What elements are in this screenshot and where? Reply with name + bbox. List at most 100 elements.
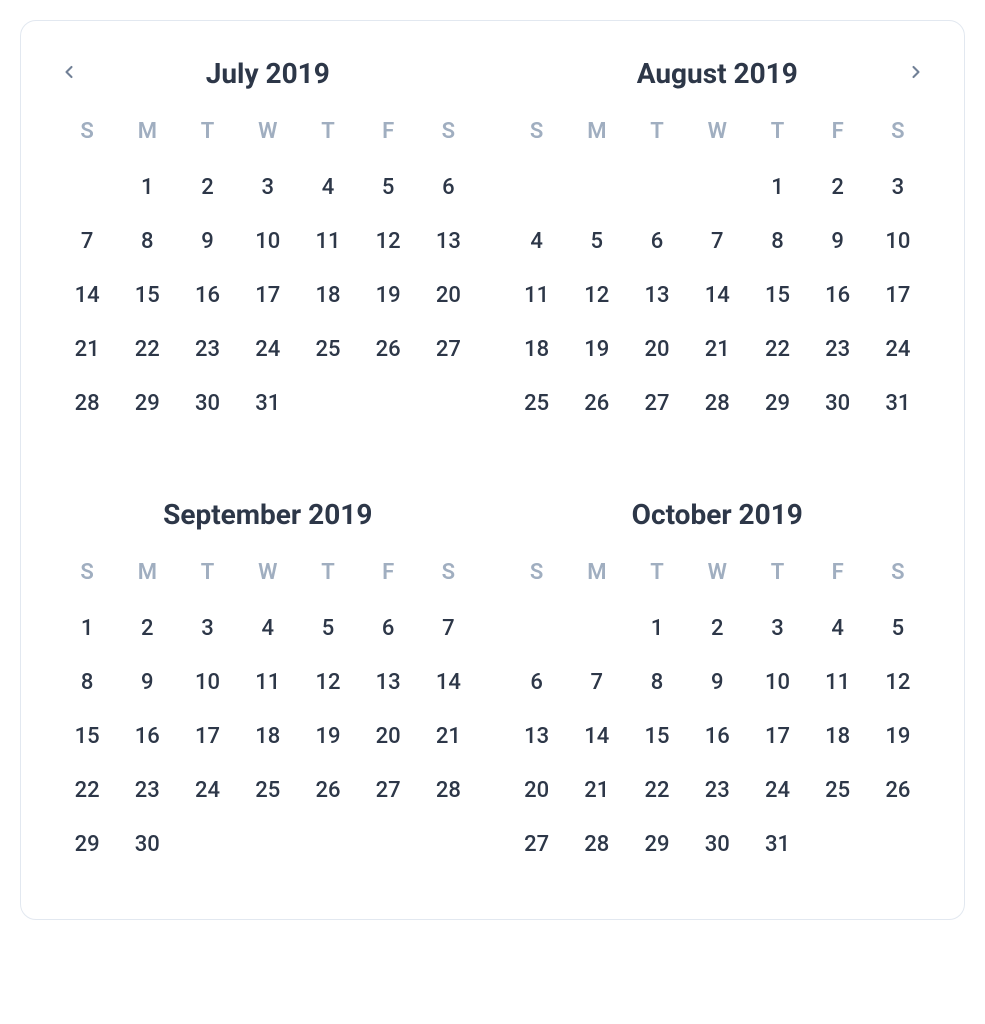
day-cell[interactable]: 9 bbox=[687, 655, 747, 709]
day-cell[interactable]: 23 bbox=[808, 322, 868, 376]
day-cell[interactable]: 2 bbox=[177, 160, 237, 214]
day-cell[interactable]: 26 bbox=[868, 763, 928, 817]
day-cell[interactable]: 10 bbox=[868, 214, 928, 268]
day-cell[interactable]: 9 bbox=[117, 655, 177, 709]
day-cell[interactable]: 12 bbox=[298, 655, 358, 709]
day-cell[interactable]: 2 bbox=[808, 160, 868, 214]
day-cell[interactable]: 21 bbox=[687, 322, 747, 376]
day-cell[interactable]: 13 bbox=[507, 709, 567, 763]
day-cell[interactable]: 17 bbox=[177, 709, 237, 763]
day-cell[interactable]: 18 bbox=[238, 709, 298, 763]
day-cell[interactable]: 5 bbox=[567, 214, 627, 268]
day-cell[interactable]: 11 bbox=[507, 268, 567, 322]
day-cell[interactable]: 8 bbox=[57, 655, 117, 709]
day-cell[interactable]: 8 bbox=[747, 214, 807, 268]
day-cell[interactable]: 3 bbox=[238, 160, 298, 214]
day-cell[interactable]: 1 bbox=[57, 601, 117, 655]
day-cell[interactable]: 7 bbox=[567, 655, 627, 709]
day-cell[interactable]: 12 bbox=[358, 214, 418, 268]
day-cell[interactable]: 16 bbox=[177, 268, 237, 322]
day-cell[interactable]: 5 bbox=[358, 160, 418, 214]
next-month-button[interactable] bbox=[900, 57, 932, 89]
day-cell[interactable]: 13 bbox=[418, 214, 478, 268]
day-cell[interactable]: 14 bbox=[567, 709, 627, 763]
day-cell[interactable]: 24 bbox=[868, 322, 928, 376]
day-cell[interactable]: 30 bbox=[687, 817, 747, 871]
day-cell[interactable]: 14 bbox=[418, 655, 478, 709]
day-cell[interactable]: 15 bbox=[747, 268, 807, 322]
day-cell[interactable]: 30 bbox=[117, 817, 177, 871]
day-cell[interactable]: 19 bbox=[868, 709, 928, 763]
day-cell[interactable]: 4 bbox=[507, 214, 567, 268]
day-cell[interactable]: 20 bbox=[358, 709, 418, 763]
day-cell[interactable]: 27 bbox=[627, 376, 687, 430]
day-cell[interactable]: 1 bbox=[117, 160, 177, 214]
day-cell[interactable]: 6 bbox=[507, 655, 567, 709]
day-cell[interactable]: 8 bbox=[117, 214, 177, 268]
day-cell[interactable]: 13 bbox=[358, 655, 418, 709]
day-cell[interactable]: 7 bbox=[57, 214, 117, 268]
day-cell[interactable]: 5 bbox=[868, 601, 928, 655]
day-cell[interactable]: 22 bbox=[747, 322, 807, 376]
day-cell[interactable]: 18 bbox=[808, 709, 868, 763]
day-cell[interactable]: 5 bbox=[298, 601, 358, 655]
day-cell[interactable]: 7 bbox=[687, 214, 747, 268]
day-cell[interactable]: 6 bbox=[418, 160, 478, 214]
day-cell[interactable]: 6 bbox=[358, 601, 418, 655]
day-cell[interactable]: 17 bbox=[238, 268, 298, 322]
day-cell[interactable]: 25 bbox=[238, 763, 298, 817]
day-cell[interactable]: 26 bbox=[567, 376, 627, 430]
day-cell[interactable]: 4 bbox=[238, 601, 298, 655]
day-cell[interactable]: 4 bbox=[808, 601, 868, 655]
day-cell[interactable]: 20 bbox=[507, 763, 567, 817]
day-cell[interactable]: 9 bbox=[177, 214, 237, 268]
day-cell[interactable]: 18 bbox=[298, 268, 358, 322]
day-cell[interactable]: 15 bbox=[57, 709, 117, 763]
day-cell[interactable]: 31 bbox=[747, 817, 807, 871]
day-cell[interactable]: 27 bbox=[418, 322, 478, 376]
day-cell[interactable]: 10 bbox=[747, 655, 807, 709]
day-cell[interactable]: 15 bbox=[117, 268, 177, 322]
day-cell[interactable]: 3 bbox=[868, 160, 928, 214]
day-cell[interactable]: 13 bbox=[627, 268, 687, 322]
day-cell[interactable]: 22 bbox=[627, 763, 687, 817]
day-cell[interactable]: 14 bbox=[57, 268, 117, 322]
day-cell[interactable]: 16 bbox=[687, 709, 747, 763]
day-cell[interactable]: 11 bbox=[298, 214, 358, 268]
day-cell[interactable]: 3 bbox=[747, 601, 807, 655]
day-cell[interactable]: 31 bbox=[868, 376, 928, 430]
day-cell[interactable]: 21 bbox=[418, 709, 478, 763]
day-cell[interactable]: 23 bbox=[177, 322, 237, 376]
day-cell[interactable]: 30 bbox=[808, 376, 868, 430]
day-cell[interactable]: 16 bbox=[117, 709, 177, 763]
day-cell[interactable]: 28 bbox=[687, 376, 747, 430]
day-cell[interactable]: 25 bbox=[298, 322, 358, 376]
day-cell[interactable]: 25 bbox=[808, 763, 868, 817]
day-cell[interactable]: 4 bbox=[298, 160, 358, 214]
day-cell[interactable]: 12 bbox=[868, 655, 928, 709]
day-cell[interactable]: 9 bbox=[808, 214, 868, 268]
day-cell[interactable]: 29 bbox=[57, 817, 117, 871]
day-cell[interactable]: 6 bbox=[627, 214, 687, 268]
day-cell[interactable]: 26 bbox=[298, 763, 358, 817]
day-cell[interactable]: 29 bbox=[747, 376, 807, 430]
day-cell[interactable]: 17 bbox=[747, 709, 807, 763]
day-cell[interactable]: 28 bbox=[57, 376, 117, 430]
day-cell[interactable]: 7 bbox=[418, 601, 478, 655]
day-cell[interactable]: 24 bbox=[747, 763, 807, 817]
day-cell[interactable]: 29 bbox=[627, 817, 687, 871]
day-cell[interactable]: 20 bbox=[418, 268, 478, 322]
day-cell[interactable]: 23 bbox=[117, 763, 177, 817]
day-cell[interactable]: 11 bbox=[808, 655, 868, 709]
day-cell[interactable]: 19 bbox=[298, 709, 358, 763]
day-cell[interactable]: 14 bbox=[687, 268, 747, 322]
day-cell[interactable]: 11 bbox=[238, 655, 298, 709]
day-cell[interactable]: 22 bbox=[57, 763, 117, 817]
day-cell[interactable]: 29 bbox=[117, 376, 177, 430]
day-cell[interactable]: 1 bbox=[627, 601, 687, 655]
day-cell[interactable]: 23 bbox=[687, 763, 747, 817]
day-cell[interactable]: 26 bbox=[358, 322, 418, 376]
day-cell[interactable]: 18 bbox=[507, 322, 567, 376]
day-cell[interactable]: 16 bbox=[808, 268, 868, 322]
day-cell[interactable]: 30 bbox=[177, 376, 237, 430]
